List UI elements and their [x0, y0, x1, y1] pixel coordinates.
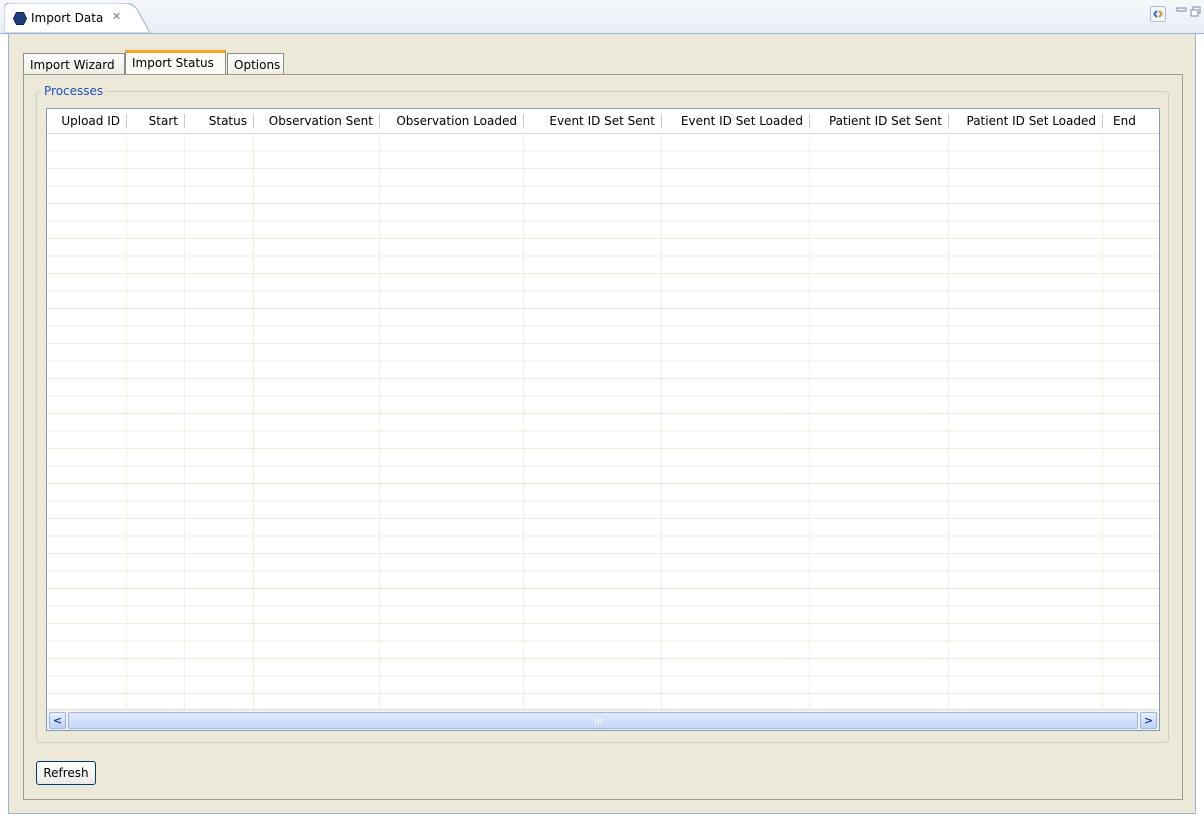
- column-label: Status: [208, 114, 247, 128]
- processes-group-title: Processes: [41, 84, 107, 98]
- minimize-icon[interactable]: [1176, 6, 1188, 16]
- column-status[interactable]: Status: [185, 109, 254, 133]
- column-end[interactable]: End: [1103, 109, 1159, 133]
- column-observation-loaded[interactable]: Observation Loaded: [380, 109, 524, 133]
- view-tab-import-data[interactable]: Import Data ✕: [4, 3, 154, 33]
- column-label: Event ID Set Loaded: [680, 114, 803, 128]
- processes-group: Processes Upload ID Start Status Observa…: [36, 84, 1169, 743]
- hexagon-view-icon: [13, 12, 27, 25]
- column-label: Patient ID Set Loaded: [966, 114, 1097, 128]
- tab-options[interactable]: Options: [227, 53, 284, 74]
- column-gridline: [253, 134, 254, 709]
- column-gridline: [661, 134, 662, 709]
- maximize-icon[interactable]: [1190, 6, 1202, 18]
- column-gridline: [948, 134, 949, 709]
- column-label: Observation Loaded: [396, 114, 517, 128]
- column-upload-id[interactable]: Upload ID: [47, 109, 127, 133]
- tab-import-status[interactable]: Import Status: [125, 50, 226, 74]
- column-gridline: [126, 134, 127, 709]
- tab-import-wizard[interactable]: Import Wizard: [23, 53, 125, 74]
- column-event-id-set-sent[interactable]: Event ID Set Sent: [524, 109, 662, 133]
- table-header: Upload ID Start Status Observation Sent …: [47, 109, 1159, 134]
- column-observation-sent[interactable]: Observation Sent: [254, 109, 380, 133]
- scroll-right-button[interactable]: >: [1140, 712, 1157, 729]
- scrollbar-thumb[interactable]: [68, 712, 1138, 729]
- grip-icon: [595, 718, 602, 724]
- column-label: Start: [148, 114, 178, 128]
- column-patient-id-set-sent[interactable]: Patient ID Set Sent: [810, 109, 949, 133]
- processes-table[interactable]: Upload ID Start Status Observation Sent …: [46, 108, 1160, 731]
- column-label: Upload ID: [61, 114, 120, 128]
- refresh-button[interactable]: Refresh: [36, 761, 96, 785]
- folder-tabs: Import Wizard Import Status Options: [23, 49, 623, 74]
- column-gridline: [379, 134, 380, 709]
- column-gridline: [523, 134, 524, 709]
- close-icon[interactable]: ✕: [112, 10, 121, 23]
- column-start[interactable]: Start: [127, 109, 185, 133]
- link-icon[interactable]: [1150, 6, 1166, 22]
- column-label: End: [1113, 114, 1136, 128]
- import-status-panel: Processes Upload ID Start Status Observa…: [23, 74, 1183, 800]
- column-label: Patient ID Set Sent: [828, 114, 942, 128]
- column-label: Observation Sent: [268, 114, 373, 128]
- view-tab-title: Import Data: [31, 11, 104, 25]
- column-gridline: [809, 134, 810, 709]
- column-gridline: [1102, 134, 1103, 709]
- column-event-id-set-loaded[interactable]: Event ID Set Loaded: [662, 109, 810, 133]
- table-body: [47, 134, 1159, 709]
- column-label: Event ID Set Sent: [549, 114, 655, 128]
- view-body: Import Wizard Import Status Options Proc…: [8, 34, 1196, 814]
- column-patient-id-set-loaded[interactable]: Patient ID Set Loaded: [949, 109, 1103, 133]
- horizontal-scrollbar[interactable]: < >: [47, 709, 1159, 730]
- column-gridline: [184, 134, 185, 709]
- scroll-left-button[interactable]: <: [49, 712, 66, 729]
- view-tabbar: Import Data ✕: [0, 0, 1204, 34]
